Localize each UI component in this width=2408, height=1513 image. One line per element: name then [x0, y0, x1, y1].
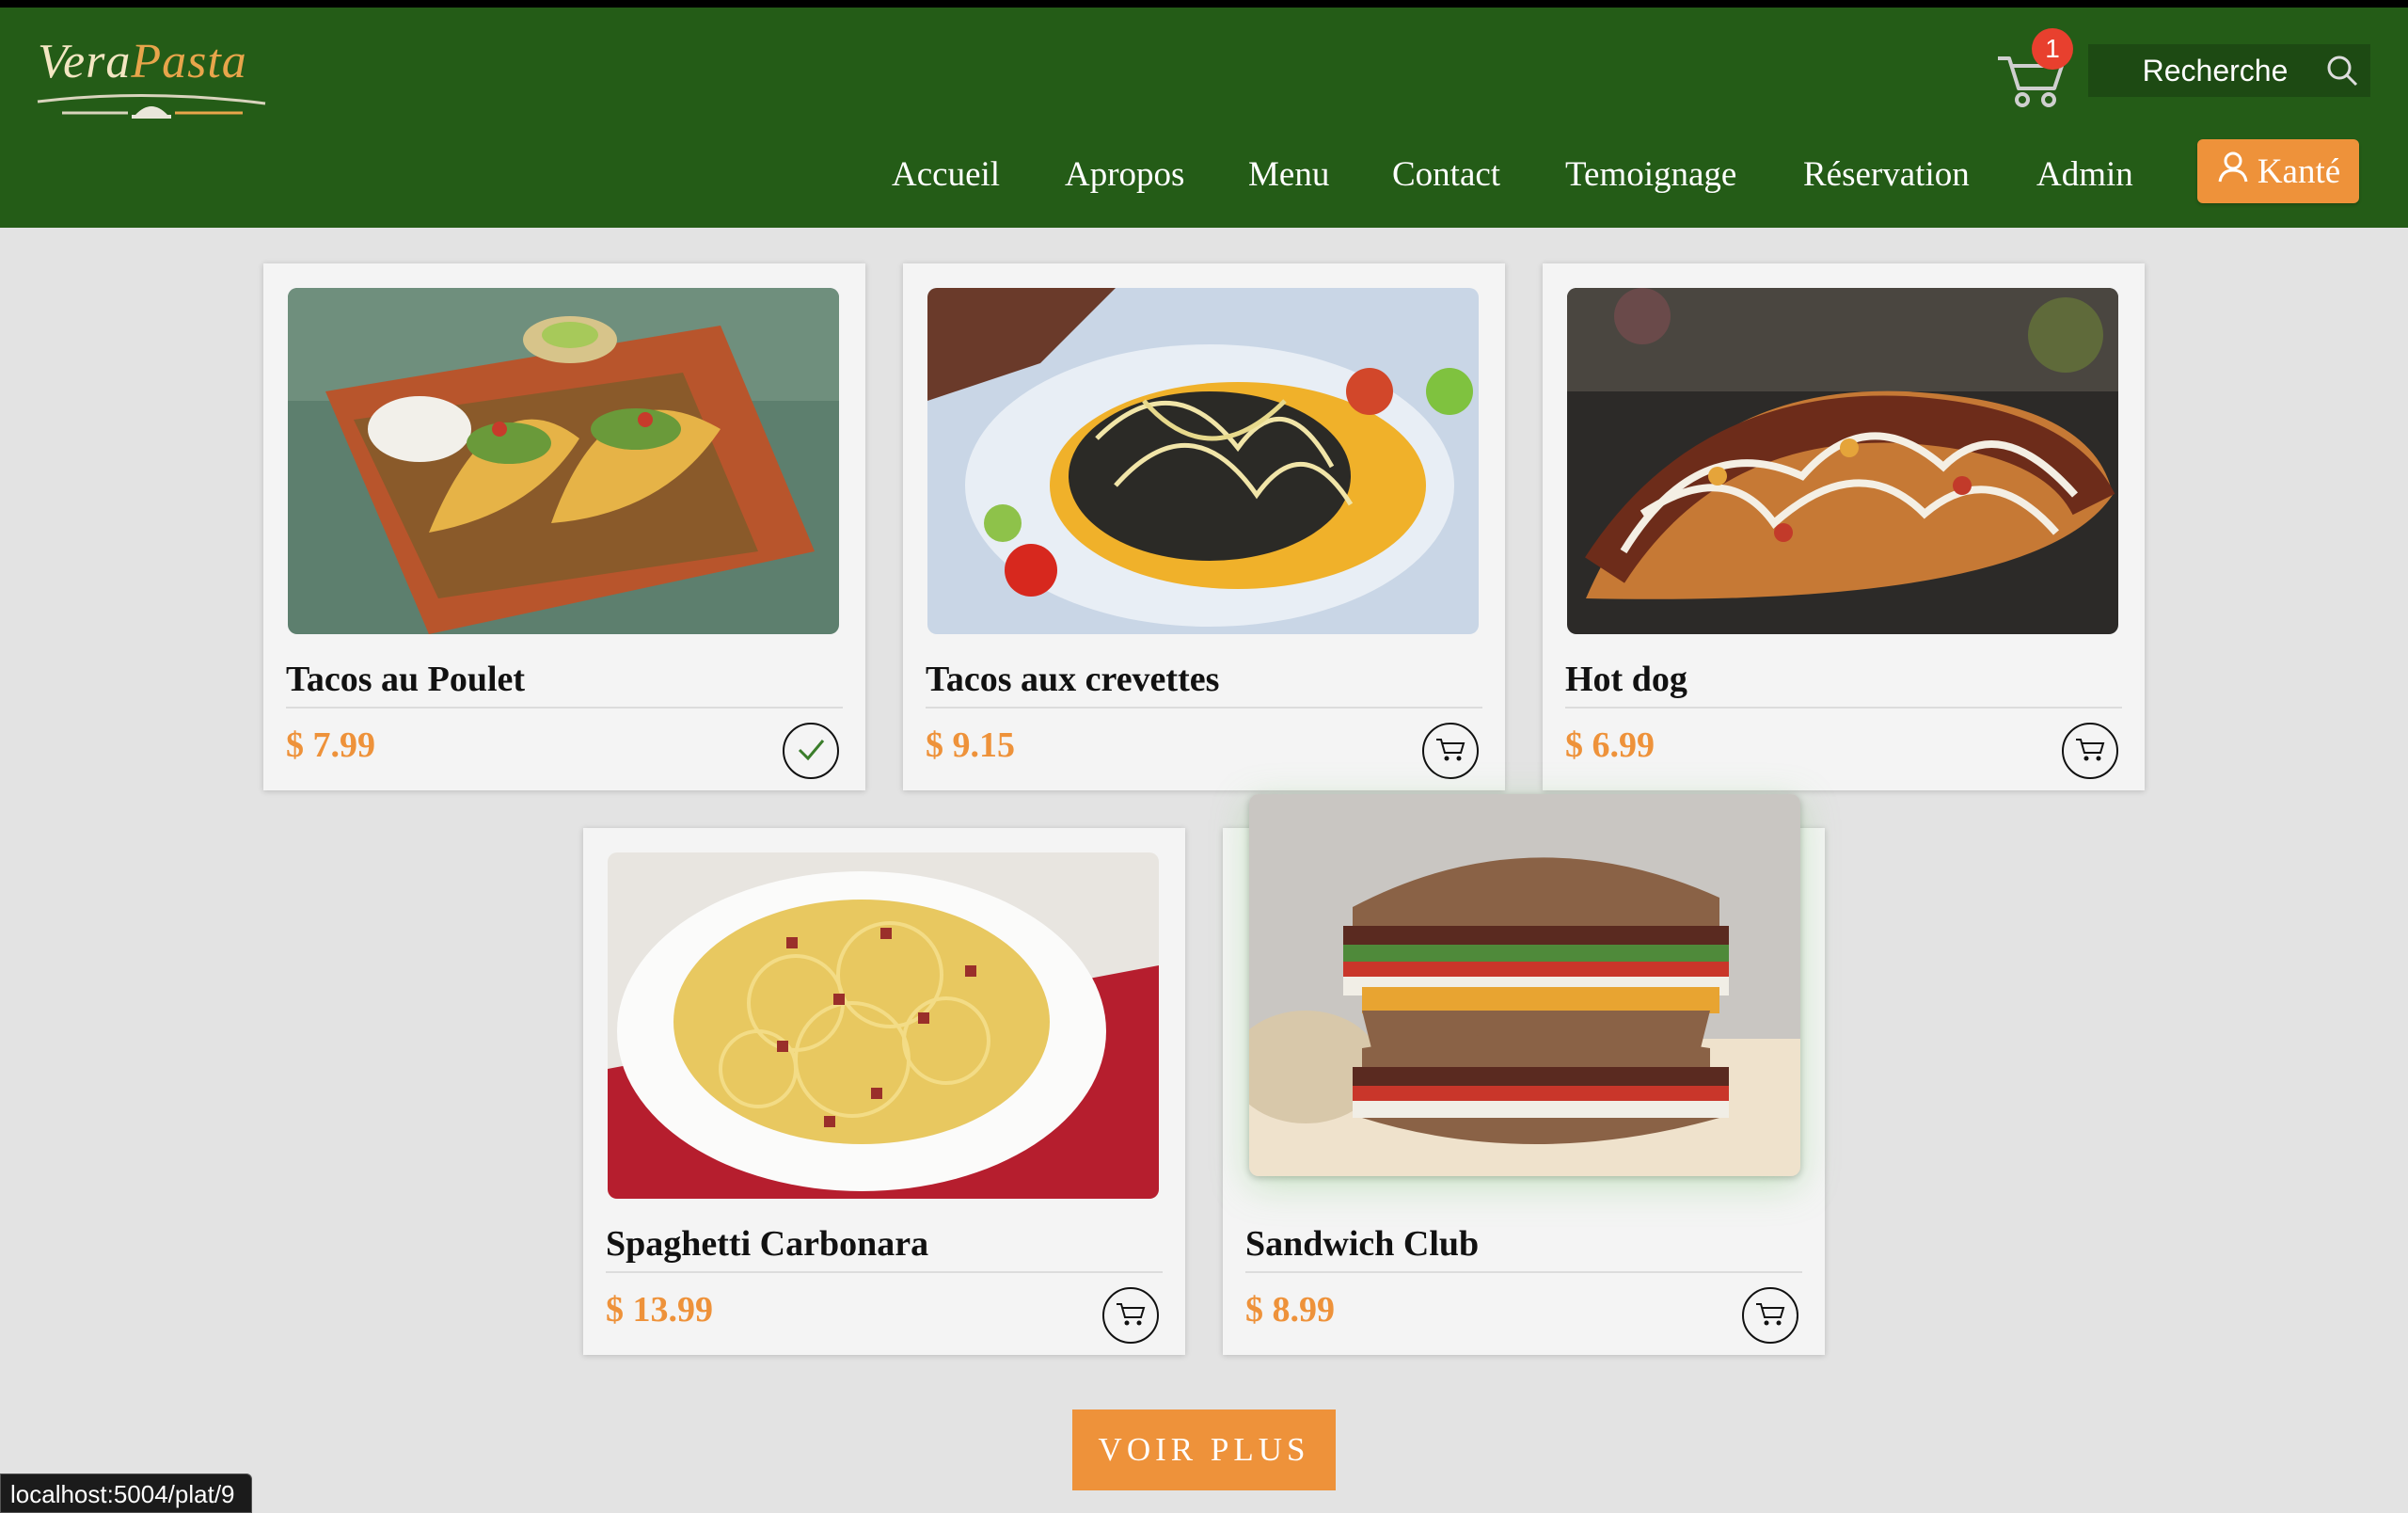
- cart-icon: [1115, 1299, 1147, 1332]
- site-header: VeraPasta 1 Accueil Apropos Menu Conta: [0, 8, 2408, 228]
- dish-price: $ 8.99: [1245, 1290, 1335, 1330]
- nav-contact[interactable]: Contact: [1392, 154, 1500, 195]
- dish-name: Sandwich Club: [1245, 1224, 1480, 1264]
- nav-admin[interactable]: Admin: [2036, 154, 2133, 195]
- added-to-cart-button[interactable]: [783, 723, 839, 779]
- dish-name: Spaghetti Carbonara: [606, 1224, 929, 1264]
- dish-card-sandwich-club[interactable]: Sandwich Club $ 8.99: [1223, 794, 1825, 1355]
- dish-price: $ 6.99: [1565, 725, 1655, 765]
- main-nav: Accueil Apropos Menu Contact Temoignage …: [0, 149, 2408, 205]
- user-name: Kanté: [2257, 151, 2341, 191]
- nav-menu[interactable]: Menu: [1248, 154, 1329, 195]
- add-to-cart-button[interactable]: [1742, 1287, 1798, 1344]
- dish-card-hot-dog[interactable]: Hot dog $ 6.99: [1543, 263, 2145, 790]
- dish-card-tacos-poulet[interactable]: Tacos au Poulet $ 7.99: [263, 263, 865, 790]
- nav-temoignage[interactable]: Temoignage: [1565, 154, 1736, 195]
- divider: [286, 707, 843, 709]
- cart-icon: [1754, 1299, 1786, 1332]
- top-border: [0, 0, 2408, 8]
- dish-name: Tacos aux crevettes: [926, 660, 1220, 699]
- browser-status-url: localhost:5004/plat/9: [0, 1473, 252, 1513]
- search-box: [2088, 44, 2370, 97]
- voir-plus-button[interactable]: VOIR PLUS: [1072, 1409, 1336, 1490]
- dish-price: $ 9.15: [926, 725, 1015, 765]
- dish-price: $ 7.99: [286, 725, 375, 765]
- add-to-cart-button[interactable]: [2062, 723, 2118, 779]
- divider: [606, 1271, 1163, 1273]
- nav-accueil[interactable]: Accueil: [892, 154, 1000, 195]
- cart-count-badge: 1: [2032, 28, 2073, 70]
- add-to-cart-button[interactable]: [1102, 1287, 1159, 1344]
- dish-card-tacos-crevettes[interactable]: Tacos aux crevettes $ 9.15: [903, 263, 1505, 790]
- check-icon: [794, 732, 828, 771]
- dish-name: Tacos au Poulet: [286, 660, 526, 699]
- add-to-cart-button[interactable]: [1422, 723, 1479, 779]
- dish-image[interactable]: [1567, 288, 2118, 634]
- search-icon[interactable]: [2325, 54, 2359, 92]
- divider: [926, 707, 1482, 709]
- nav-reservation[interactable]: Réservation: [1803, 154, 1970, 195]
- logo-dish-icon: [37, 93, 266, 119]
- cart-icon: [2074, 735, 2106, 768]
- dish-card-spaghetti-carbonara[interactable]: Spaghetti Carbonara $ 13.99: [583, 828, 1185, 1355]
- search-input[interactable]: [2088, 44, 2314, 97]
- user-icon: [2216, 150, 2250, 193]
- dish-name: Hot dog: [1565, 660, 1687, 699]
- logo-text-pasta: Pasta: [131, 35, 247, 88]
- user-account-button[interactable]: Kanté: [2197, 139, 2359, 203]
- logo[interactable]: VeraPasta: [34, 34, 269, 119]
- dish-image[interactable]: [1249, 794, 1800, 1176]
- nav-apropos[interactable]: Apropos: [1065, 154, 1184, 195]
- divider: [1565, 707, 2122, 709]
- dish-image[interactable]: [608, 852, 1159, 1199]
- dish-price: $ 13.99: [606, 1290, 713, 1330]
- dish-image[interactable]: [927, 288, 1479, 634]
- cart-icon: [1434, 735, 1466, 768]
- dish-image[interactable]: [288, 288, 839, 634]
- divider: [1245, 1271, 1802, 1273]
- logo-text-vera: Vera: [38, 35, 132, 88]
